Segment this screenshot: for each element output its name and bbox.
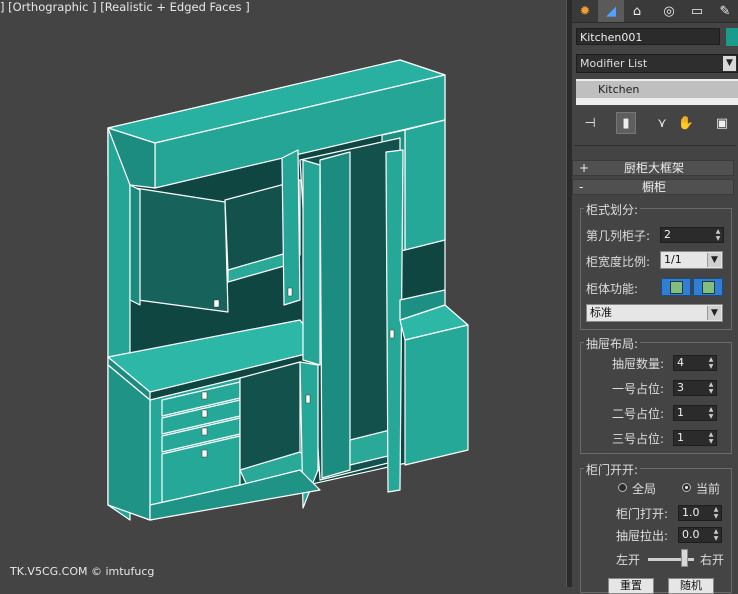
door-title: 柜门开开:	[584, 461, 641, 478]
viewport[interactable]: ] [Orthographic ] [Realistic + Edged Fac…	[0, 0, 566, 587]
object-name-field[interactable]: Kitchen001	[576, 28, 720, 45]
stack-toolbar: ⊣ ▮ ⋎ ✋ ▣	[576, 112, 738, 134]
spinner-arrows-icon[interactable]: ▲ ▼	[706, 381, 716, 395]
column-value: 2	[664, 228, 671, 241]
spinner-arrows-icon[interactable]: ▲ ▼	[711, 506, 721, 520]
rollout-frame[interactable]: + 厨柜大框架	[572, 160, 734, 176]
slider-thumb[interactable]	[681, 549, 689, 567]
random-button[interactable]: 随机	[668, 578, 714, 594]
spinner-arrows-icon[interactable]: ▲ ▼	[706, 431, 716, 445]
ratio-label: 柜宽度比例:	[586, 255, 651, 269]
right-open-label: 右开	[700, 553, 725, 567]
drawer-pull-value: 0.0	[682, 528, 700, 541]
drawer-count-value: 4	[677, 356, 684, 369]
chevron-down-icon[interactable]: ▼	[723, 56, 736, 71]
remove-modifier-icon[interactable]: ✋	[676, 112, 696, 134]
modifier-list-label: Modifier List	[580, 57, 648, 70]
utilities-icon[interactable]: ✎	[712, 0, 738, 22]
pos3-spinner[interactable]: 1 ▲ ▼	[673, 430, 717, 446]
spinner-arrows-icon[interactable]: ▲ ▼	[711, 528, 721, 542]
pos2-spinner[interactable]: 1 ▲ ▼	[673, 405, 717, 421]
reset-button[interactable]: 重置	[608, 578, 654, 594]
viewport-label[interactable]: ] [Orthographic ] [Realistic + Edged Fac…	[0, 0, 250, 14]
watermark: TK.V5CG.COM © imtufucg	[10, 565, 155, 578]
left-open-label: 左开	[616, 553, 641, 567]
door-open-value: 1.0	[682, 506, 700, 519]
current-label: 当前	[696, 482, 721, 496]
hierarchy-icon[interactable]: ⌂	[624, 0, 650, 22]
modifier-stack: Kitchen	[576, 79, 738, 105]
cabinet-function-icon	[701, 280, 715, 294]
chevron-down-icon[interactable]: ▼	[707, 306, 721, 320]
pos1-value: 3	[677, 381, 684, 394]
kitchen-cabinet-model[interactable]	[0, 0, 566, 587]
drawer-title: 抽屉布局:	[584, 335, 641, 352]
rollout-cabinet[interactable]: - 橱柜	[572, 179, 734, 195]
pos3-value: 1	[677, 431, 684, 444]
make-unique-icon[interactable]: ⋎	[652, 112, 672, 134]
spinner-arrows-icon[interactable]: ▲ ▼	[713, 228, 723, 242]
stack-item-kitchen[interactable]: Kitchen	[576, 81, 738, 98]
motion-icon[interactable]: ◎	[656, 0, 682, 22]
object-color-swatch[interactable]	[726, 28, 738, 46]
function-label: 柜体功能:	[586, 282, 639, 296]
function-button-2[interactable]	[693, 278, 723, 296]
command-tabs: ✹ ◢ ⌂ ◎ ▭ ✎	[572, 0, 738, 23]
command-panel: ✹ ◢ ⌂ ◎ ▭ ✎ Kitchen001 Modifier List ▼ K…	[572, 0, 738, 594]
divider	[574, 145, 736, 146]
door-open-label: 柜门打开:	[616, 507, 669, 521]
show-end-result-icon[interactable]: ▮	[616, 112, 636, 134]
pos2-value: 1	[677, 406, 684, 419]
cabinet-function-icon	[669, 280, 683, 294]
drawer-pull-spinner[interactable]: 0.0 ▲ ▼	[678, 527, 722, 543]
rollout-frame-title: 厨柜大框架	[623, 161, 684, 175]
drawer-pull-label: 抽屉拉出:	[616, 529, 669, 543]
pos3-label: 三号占位:	[612, 432, 665, 446]
drawer-count-spinner[interactable]: 4 ▲ ▼	[673, 355, 717, 371]
configure-sets-icon[interactable]: ▣	[712, 112, 732, 134]
display-icon[interactable]: ▭	[684, 0, 710, 22]
pin-stack-icon[interactable]: ⊣	[580, 112, 600, 134]
ratio-value: 1/1	[664, 253, 682, 266]
rollout-cabinet-title: 橱柜	[641, 180, 666, 194]
function-button-1[interactable]	[661, 278, 691, 296]
pos2-label: 二号占位:	[612, 407, 665, 421]
modify-icon[interactable]: ◢	[598, 0, 624, 22]
modifier-list-dropdown[interactable]: Modifier List ▼	[576, 54, 738, 73]
door-open-spinner[interactable]: 1.0 ▲ ▼	[678, 505, 722, 521]
chevron-down-icon[interactable]: ▼	[707, 253, 721, 267]
spinner-arrows-icon[interactable]: ▲ ▼	[706, 406, 716, 420]
radio-global[interactable]	[618, 483, 627, 492]
sun-icon[interactable]: ✹	[572, 0, 598, 22]
ratio-dropdown[interactable]: 1/1 ▼	[660, 251, 723, 269]
mode-value: 标准	[590, 306, 612, 319]
division-title: 柜式划分:	[584, 201, 641, 218]
drawer-count-label: 抽屉数量:	[612, 357, 665, 371]
mode-dropdown[interactable]: 标准 ▼	[586, 304, 723, 322]
global-label: 全局	[632, 482, 657, 496]
spinner-arrows-icon[interactable]: ▲ ▼	[706, 356, 716, 370]
column-label: 第几列柜子:	[586, 229, 651, 243]
column-spinner[interactable]: 2 ▲ ▼	[660, 227, 724, 243]
pos1-label: 一号占位:	[612, 382, 665, 396]
radio-current[interactable]	[682, 483, 691, 492]
pos1-spinner[interactable]: 3 ▲ ▼	[673, 380, 717, 396]
